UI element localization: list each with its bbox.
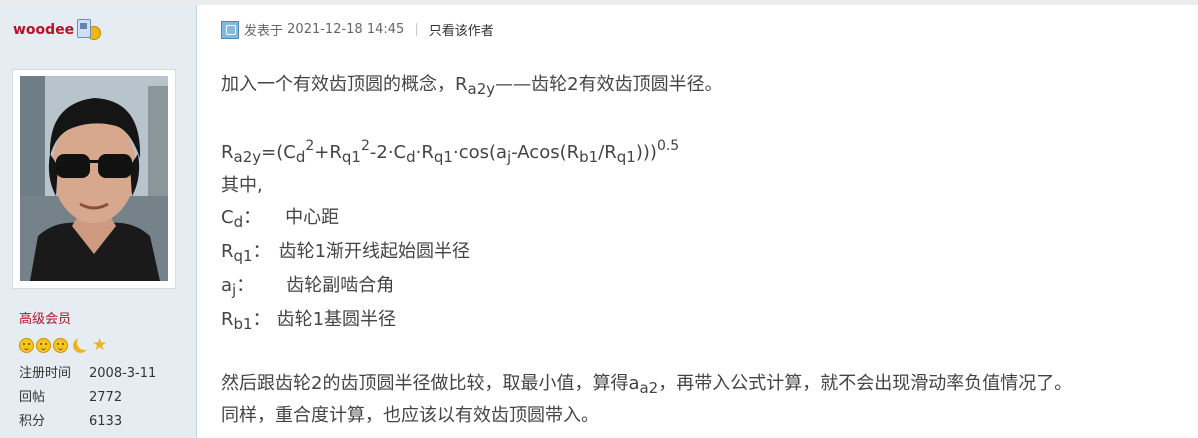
sun-icon <box>19 338 34 353</box>
user-stats: 注册时间 2008-3-11 回帖 2772 积分 6133 <box>19 366 156 438</box>
meta-separator: | <box>414 22 419 37</box>
stat-replies[interactable]: 回帖 2772 <box>19 390 156 414</box>
post-paragraph-3: 同样，重合度计算，也应该以有效齿顶圆带入。 <box>221 405 599 426</box>
sun-icon <box>53 338 68 353</box>
formula-line: Ra2y=(Cd2+Rq12-2·Cd·Rq1·cos(aj-Acos(Rb1/… <box>221 138 680 166</box>
def-involute-start-radius: Rq1： 齿轮1渐开线起始圆半径 <box>221 241 471 265</box>
star-icon: ★ <box>92 335 108 355</box>
def-base-radius: Rb1： 齿轮1基圆半径 <box>221 309 397 333</box>
where-label: 其中, <box>221 175 263 196</box>
post-datetime: 2021-12-18 14:45 <box>287 22 405 37</box>
avatar[interactable] <box>20 76 168 281</box>
def-center-distance: Cd： 中心距 <box>221 207 340 231</box>
author-sidebar: woodee 高级会员 ★ 注册时间 2008-3-11 回帖 2772 积分 … <box>0 5 197 438</box>
def-mesh-angle: aj： 齿轮副啮合角 <box>221 275 395 299</box>
stat-points: 积分 6133 <box>19 414 123 429</box>
author-name-link[interactable]: woodee <box>13 22 74 38</box>
post-paragraph-2: 然后跟齿轮2的齿顶圆半径做比较，取最小值，算得aa2，再带入公式计算，就不会出现… <box>221 373 1073 397</box>
phone-badge-icon <box>77 19 91 38</box>
avatar-frame <box>12 69 176 289</box>
post-meta: 发表于 2021-12-18 14:45 | 只看该作者 <box>221 20 494 39</box>
post-date-prefix: 发表于 <box>244 24 284 39</box>
post-body: 发表于 2021-12-18 14:45 | 只看该作者 加入一个有效齿顶圆的概… <box>197 5 1198 438</box>
author-badges <box>77 19 101 40</box>
only-author-link[interactable]: 只看该作者 <box>429 20 494 39</box>
moon-icon <box>77 335 92 350</box>
stat-register-date: 注册时间 2008-3-11 <box>19 366 157 381</box>
sun-icon <box>36 338 51 353</box>
rank-icons: ★ <box>19 337 109 354</box>
user-group-label[interactable]: 高级会员 <box>19 308 71 327</box>
post-intro: 加入一个有效齿顶圆的概念，Ra2y——齿轮2有效齿顶圆半径。 <box>221 74 723 98</box>
online-status-icon <box>221 20 239 39</box>
